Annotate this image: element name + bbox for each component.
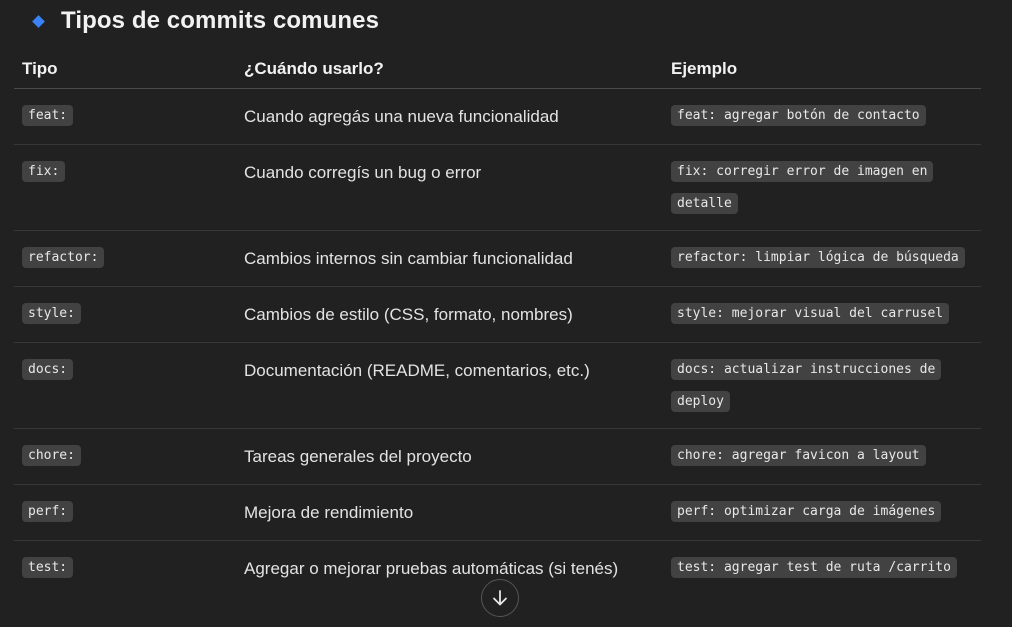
type-code: feat: bbox=[22, 105, 74, 126]
table-row: fix: Cuando corregís un bug o error fix:… bbox=[14, 144, 981, 231]
type-code: docs: bbox=[22, 359, 74, 380]
type-code: refactor: bbox=[22, 247, 105, 268]
section-heading: Tipos de commits comunes bbox=[30, 4, 379, 38]
example-cell: test: agregar test de ruta /carrito bbox=[663, 541, 981, 621]
section-title: Tipos de commits comunes bbox=[61, 7, 380, 34]
table-row: style: Cambios de estilo (CSS, formato, … bbox=[14, 286, 981, 343]
type-cell: test: bbox=[14, 541, 236, 621]
example-code: perf: optimizar carga de imágenes bbox=[671, 501, 942, 522]
when-cell: Documentación (README, comentarios, etc.… bbox=[236, 342, 663, 429]
column-header-type: Tipo bbox=[14, 52, 236, 89]
column-header-when: ¿Cuándo usarlo? bbox=[236, 52, 663, 89]
diamond-icon bbox=[32, 14, 45, 28]
type-code: test: bbox=[22, 557, 74, 578]
chat-content: Tipos de commits comunes Tipo ¿Cuándo us… bbox=[0, 0, 1012, 627]
when-cell: Cuando agregás una nueva funcionalidad bbox=[236, 88, 663, 145]
example-cell: chore: agregar favicon a layout bbox=[663, 428, 981, 485]
example-code: chore: agregar favicon a layout bbox=[671, 445, 926, 466]
table-header-row: Tipo ¿Cuándo usarlo? Ejemplo bbox=[14, 52, 981, 89]
scroll-to-bottom-button[interactable] bbox=[481, 579, 519, 617]
table-row: refactor: Cambios internos sin cambiar f… bbox=[14, 230, 981, 287]
column-header-example: Ejemplo bbox=[663, 52, 981, 89]
example-code: test: agregar test de ruta /carrito bbox=[671, 557, 957, 578]
example-code: style: mejorar visual del carrusel bbox=[671, 303, 950, 324]
example-code: feat: agregar botón de contacto bbox=[671, 105, 926, 126]
type-code: style: bbox=[22, 303, 81, 324]
when-cell: Tareas generales del proyecto bbox=[236, 428, 663, 485]
type-cell: perf: bbox=[14, 484, 236, 541]
type-code: fix: bbox=[22, 161, 66, 182]
type-cell: fix: bbox=[14, 144, 236, 231]
type-cell: docs: bbox=[14, 342, 236, 429]
example-cell: feat: agregar botón de contacto bbox=[663, 88, 981, 145]
when-cell: Cambios de estilo (CSS, formato, nombres… bbox=[236, 286, 663, 343]
type-cell: style: bbox=[14, 286, 236, 343]
example-code: docs: actualizar instrucciones de deploy bbox=[671, 359, 942, 412]
commit-types-table: Tipo ¿Cuándo usarlo? Ejemplo feat: Cuand… bbox=[14, 52, 981, 621]
table-row: feat: Cuando agregás una nueva funcional… bbox=[14, 88, 981, 145]
example-code: fix: corregir error de imagen en detalle bbox=[671, 161, 934, 214]
type-code: chore: bbox=[22, 445, 81, 466]
example-cell: fix: corregir error de imagen en detalle bbox=[663, 144, 981, 231]
type-code: perf: bbox=[22, 501, 74, 522]
table-row: docs: Documentación (README, comentarios… bbox=[14, 342, 981, 429]
table-row: chore: Tareas generales del proyecto cho… bbox=[14, 428, 981, 485]
table-row: perf: Mejora de rendimiento perf: optimi… bbox=[14, 484, 981, 541]
example-cell: style: mejorar visual del carrusel bbox=[663, 286, 981, 343]
example-cell: perf: optimizar carga de imágenes bbox=[663, 484, 981, 541]
when-cell: Mejora de rendimiento bbox=[236, 484, 663, 541]
type-cell: refactor: bbox=[14, 230, 236, 287]
example-cell: docs: actualizar instrucciones de deploy bbox=[663, 342, 981, 429]
when-cell: Agregar o mejorar pruebas automáticas (s… bbox=[244, 559, 619, 578]
example-cell: refactor: limpiar lógica de búsqueda bbox=[663, 230, 981, 287]
example-code: refactor: limpiar lógica de búsqueda bbox=[671, 247, 965, 268]
arrow-down-icon bbox=[493, 590, 507, 606]
type-cell: feat: bbox=[14, 88, 236, 145]
when-cell: Cuando corregís un bug o error bbox=[236, 144, 663, 231]
when-cell: Cambios internos sin cambiar funcionalid… bbox=[236, 230, 663, 287]
type-cell: chore: bbox=[14, 428, 236, 485]
